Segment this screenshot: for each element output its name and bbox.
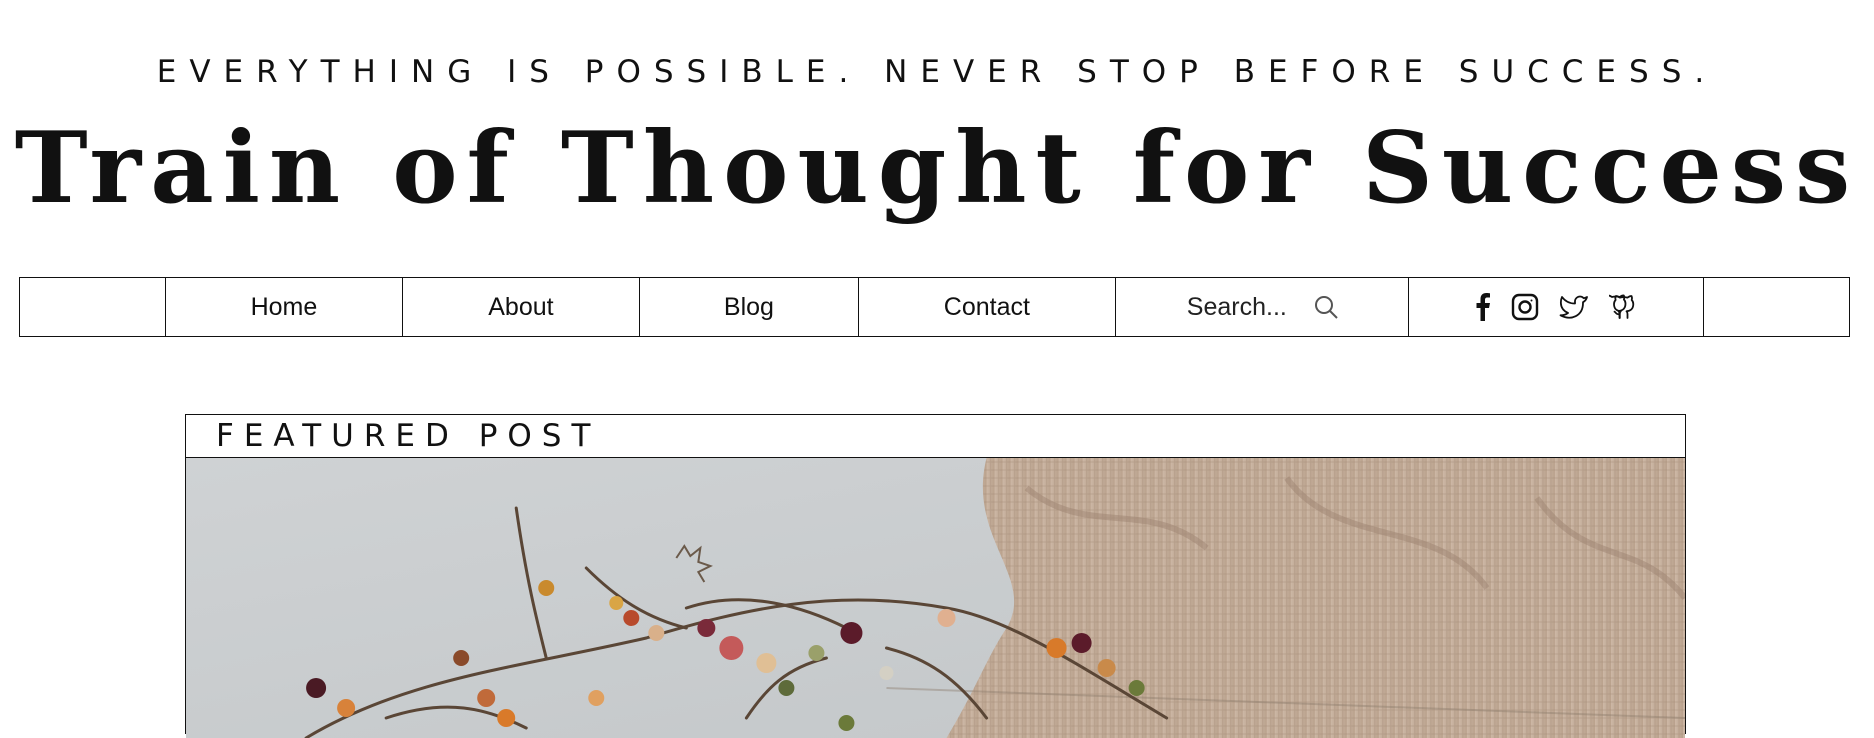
nav-spacer-right [1704,278,1849,336]
facebook-icon[interactable] [1475,293,1491,321]
social-links [1409,278,1705,336]
nav-item-contact[interactable]: Contact [859,278,1116,336]
search-input[interactable] [1184,291,1299,323]
github-icon[interactable] [1609,293,1637,321]
featured-post-image[interactable] [186,458,1685,738]
twitter-icon[interactable] [1559,294,1589,320]
nav-link-home[interactable]: Home [251,293,318,322]
main-navigation: Home About Blog Contact [19,277,1850,337]
nav-item-home[interactable]: Home [166,278,404,336]
nav-search [1116,278,1409,336]
nav-item-about[interactable]: About [403,278,640,336]
nav-link-about[interactable]: About [488,293,553,322]
instagram-icon[interactable] [1511,293,1539,321]
search-icon[interactable] [1313,294,1339,320]
featured-post: FEATURED POST [185,414,1686,738]
site-title[interactable]: Train of Thought for Success [0,115,1874,223]
featured-post-label: FEATURED POST [186,415,1685,458]
nav-link-blog[interactable]: Blog [724,293,774,322]
nav-link-contact[interactable]: Contact [944,293,1030,322]
nav-item-blog[interactable]: Blog [640,278,860,336]
site-tagline: EVERYTHING IS POSSIBLE. NEVER STOP BEFOR… [156,54,1718,90]
nav-spacer-left [20,278,166,336]
